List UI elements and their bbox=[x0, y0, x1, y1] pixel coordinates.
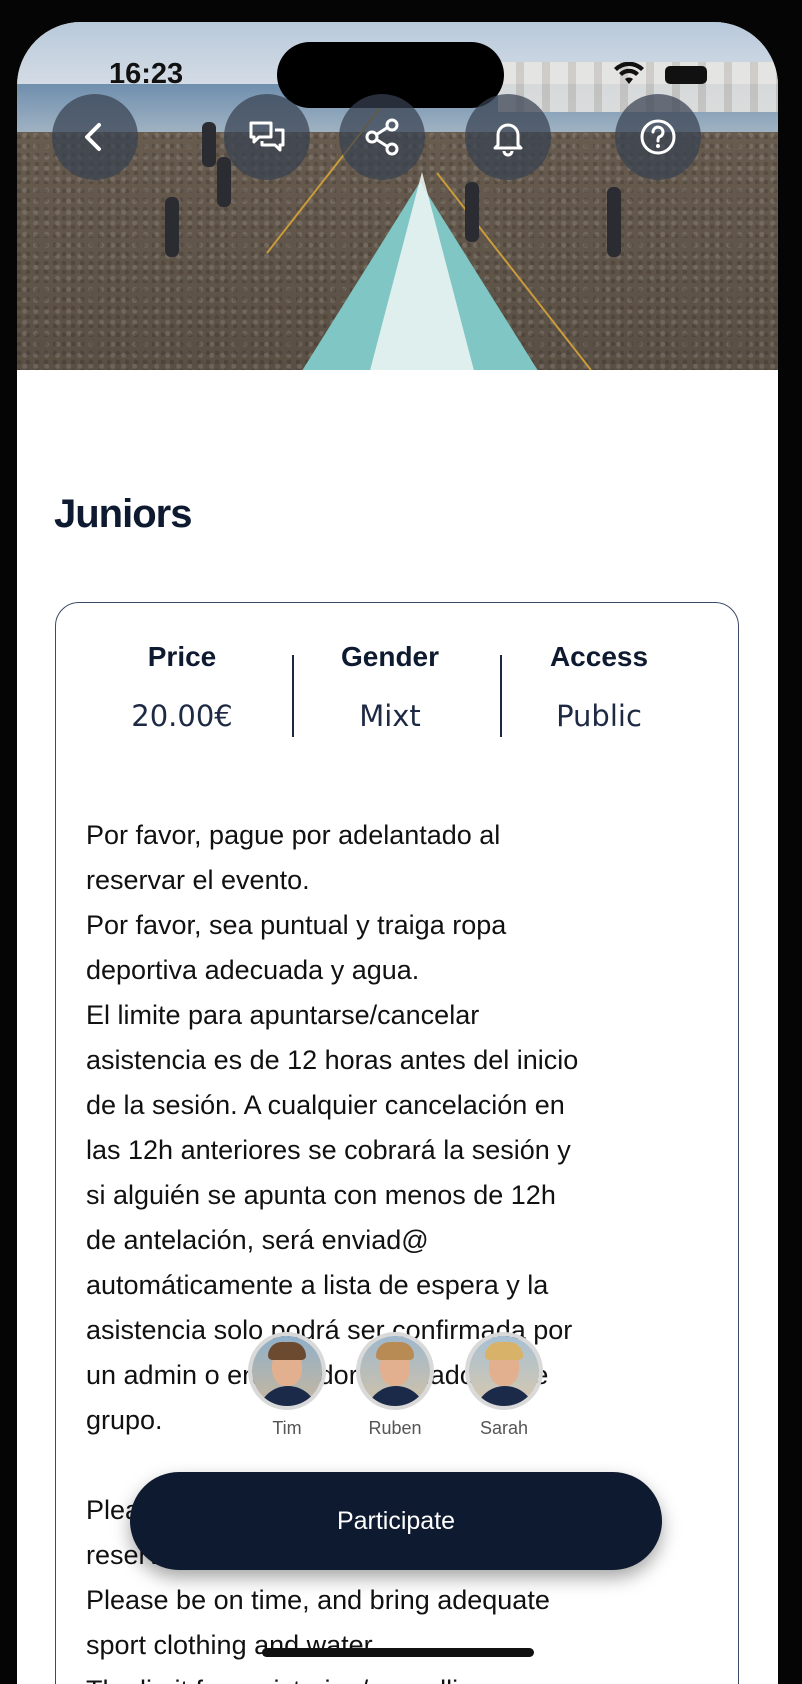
notifications-button[interactable] bbox=[465, 94, 551, 180]
price-value: 20.00€ bbox=[131, 699, 233, 733]
gender-stat: Gender Mixt bbox=[286, 641, 494, 733]
participant-name: Tim bbox=[272, 1418, 302, 1438]
device-frame: 16:23 Juniors Price 20.00€ Gender Mixt A… bbox=[0, 0, 802, 1684]
bell-icon bbox=[493, 123, 523, 157]
home-indicator[interactable] bbox=[262, 1648, 534, 1657]
share-button[interactable] bbox=[339, 94, 425, 180]
event-title: Juniors bbox=[54, 492, 192, 536]
wifi-icon bbox=[614, 62, 644, 84]
help-button[interactable] bbox=[615, 94, 701, 180]
access-stat: Access Public bbox=[495, 641, 703, 733]
avatar bbox=[356, 1332, 434, 1410]
participant-item[interactable]: Tim bbox=[237, 1332, 337, 1439]
back-button[interactable] bbox=[52, 94, 138, 180]
battery-icon bbox=[665, 66, 707, 84]
participants-list: Tim Ruben Sarah bbox=[17, 1332, 778, 1442]
participant-name: Ruben bbox=[368, 1418, 422, 1438]
gender-value: Mixt bbox=[359, 699, 421, 733]
avatar bbox=[465, 1332, 543, 1410]
participant-name: Sarah bbox=[479, 1418, 529, 1438]
status-time: 16:23 bbox=[109, 58, 184, 90]
avatar bbox=[248, 1332, 326, 1410]
access-value: Public bbox=[556, 699, 642, 733]
chat-bubbles-icon bbox=[249, 121, 285, 152]
chat-button[interactable] bbox=[224, 94, 310, 180]
chevron-left-icon bbox=[85, 123, 101, 151]
share-icon bbox=[365, 118, 399, 156]
price-stat: Price 20.00€ bbox=[78, 641, 286, 733]
participant-item[interactable]: Sarah bbox=[454, 1332, 554, 1439]
price-label: Price bbox=[147, 641, 217, 672]
access-label: Access bbox=[549, 641, 649, 672]
participate-button[interactable]: Participate bbox=[130, 1472, 662, 1570]
gender-label: Gender bbox=[340, 641, 440, 672]
participant-item[interactable]: Ruben bbox=[345, 1332, 445, 1439]
question-circle-icon bbox=[640, 119, 676, 155]
screen: 16:23 Juniors Price 20.00€ Gender Mixt A… bbox=[17, 22, 778, 1684]
